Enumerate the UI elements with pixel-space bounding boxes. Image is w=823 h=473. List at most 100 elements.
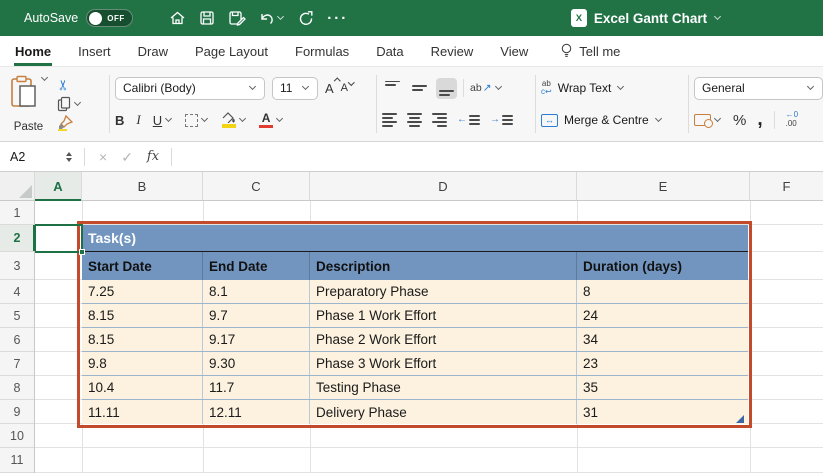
table-resize-handle[interactable] <box>736 415 744 423</box>
cell-d4[interactable]: Preparatory Phase <box>310 280 577 303</box>
increase-indent-button[interactable]: → <box>490 115 513 125</box>
name-box-spinner[interactable] <box>66 152 72 162</box>
tab-draw[interactable]: Draw <box>137 36 169 66</box>
cell-d6[interactable]: Phase 2 Work Effort <box>310 328 577 351</box>
formula-input[interactable] <box>172 142 823 171</box>
undo-button[interactable] <box>259 11 285 26</box>
undo-menu-chevron-icon[interactable] <box>277 14 285 22</box>
home-button[interactable] <box>169 10 186 26</box>
align-left-button[interactable] <box>382 113 397 127</box>
wrap-text-button[interactable]: Wrap Text <box>558 81 612 95</box>
tab-insert[interactable]: Insert <box>77 36 112 66</box>
cell-c6[interactable]: 9.17 <box>203 328 310 351</box>
row-header-1[interactable]: 1 <box>0 201 34 225</box>
fill-color-button[interactable] <box>221 112 247 128</box>
cell-e7[interactable]: 23 <box>577 352 748 375</box>
copy-button[interactable] <box>57 95 82 113</box>
cell-e9[interactable]: 31 <box>577 400 748 424</box>
align-center-button[interactable] <box>407 113 422 127</box>
wrap-text-chevron-icon[interactable] <box>617 84 625 92</box>
sheet-grid[interactable]: Task(s) Start Date End Date Description … <box>0 172 823 473</box>
cell-b8[interactable]: 10.4 <box>82 376 203 399</box>
tab-data[interactable]: Data <box>375 36 404 66</box>
row-header-7[interactable]: 7 <box>0 352 34 376</box>
cell-d7[interactable]: Phase 3 Work Effort <box>310 352 577 375</box>
row-header-2[interactable]: 2 <box>0 225 34 252</box>
cell-e6[interactable]: 34 <box>577 328 748 351</box>
percent-style-button[interactable]: % <box>733 112 746 129</box>
tab-page-layout[interactable]: Page Layout <box>194 36 269 66</box>
column-header-d[interactable]: D <box>310 172 577 200</box>
cell-b6[interactable]: 8.15 <box>82 328 203 351</box>
cell-e8[interactable]: 35 <box>577 376 748 399</box>
row-header-5[interactable]: 5 <box>0 304 34 328</box>
cut-button[interactable]: ✂ <box>57 76 82 94</box>
paste-menu-chevron-icon[interactable] <box>41 75 49 83</box>
format-painter-button[interactable] <box>57 114 82 132</box>
tab-view[interactable]: View <box>499 36 529 66</box>
row-header-3[interactable]: 3 <box>0 252 34 280</box>
column-header-c[interactable]: C <box>203 172 310 200</box>
tab-formulas[interactable]: Formulas <box>294 36 350 66</box>
font-name-select[interactable]: Calibri (Body) <box>115 77 265 100</box>
cell-b4[interactable]: 7.25 <box>82 280 203 303</box>
save-button[interactable] <box>199 10 215 26</box>
cell-b9[interactable]: 11.11 <box>82 400 203 424</box>
cell-b7[interactable]: 9.8 <box>82 352 203 375</box>
column-header-e[interactable]: E <box>577 172 750 200</box>
paste-button[interactable]: Paste <box>8 73 49 135</box>
row-header-9[interactable]: 9 <box>0 400 34 424</box>
cell-c5[interactable]: 9.7 <box>203 304 310 327</box>
align-top-button[interactable] <box>382 78 403 99</box>
cell-d5[interactable]: Phase 1 Work Effort <box>310 304 577 327</box>
column-header-f[interactable]: F <box>750 172 823 200</box>
autosave-toggle[interactable]: OFF <box>86 9 133 27</box>
header-end-date[interactable]: End Date <box>203 252 310 280</box>
copy-menu-chevron-icon[interactable] <box>74 100 82 108</box>
comma-style-button[interactable]: , <box>757 114 762 125</box>
orientation-button[interactable]: ab↗ <box>470 82 503 94</box>
cancel-button[interactable]: × <box>99 150 107 164</box>
select-all-corner[interactable] <box>0 172 35 200</box>
row-header-4[interactable]: 4 <box>0 280 34 304</box>
document-title-menu[interactable]: X Excel Gantt Chart <box>571 9 722 27</box>
header-description[interactable]: Description <box>310 252 577 280</box>
tell-me-button[interactable]: Tell me <box>560 36 620 66</box>
italic-button[interactable]: I <box>136 112 140 128</box>
header-duration[interactable]: Duration (days) <box>577 252 748 280</box>
increase-font-size-button[interactable]: A <box>325 81 334 96</box>
merge-centre-button[interactable]: Merge & Centre <box>564 113 649 127</box>
merge-centre-chevron-icon[interactable] <box>655 116 663 124</box>
decrease-font-size-button[interactable]: A <box>341 82 348 94</box>
tab-home[interactable]: Home <box>14 36 52 66</box>
table-title-cell[interactable]: Task(s) <box>82 225 748 252</box>
cell-c9[interactable]: 12.11 <box>203 400 310 424</box>
column-header-a[interactable]: A <box>35 172 82 200</box>
enter-button[interactable]: ✓ <box>121 150 133 164</box>
underline-button[interactable]: U <box>153 113 173 128</box>
borders-button[interactable] <box>185 114 209 127</box>
cell-d8[interactable]: Testing Phase <box>310 376 577 399</box>
row-header-10[interactable]: 10 <box>0 424 34 448</box>
save-as-button[interactable] <box>228 10 246 26</box>
cell-c7[interactable]: 9.30 <box>203 352 310 375</box>
redo-button[interactable] <box>298 11 314 26</box>
tab-review[interactable]: Review <box>430 36 475 66</box>
insert-function-button[interactable]: fx <box>147 150 159 163</box>
decrease-indent-button[interactable]: ← <box>457 115 480 125</box>
cell-e5[interactable]: 24 <box>577 304 748 327</box>
cell-c4[interactable]: 8.1 <box>203 280 310 303</box>
column-header-b[interactable]: B <box>82 172 203 200</box>
row-header-6[interactable]: 6 <box>0 328 34 352</box>
align-middle-button[interactable] <box>409 78 430 99</box>
bold-button[interactable]: B <box>115 113 124 128</box>
fill-handle[interactable] <box>79 249 85 255</box>
row-header-8[interactable]: 8 <box>0 376 34 400</box>
cell-e4[interactable]: 8 <box>577 280 748 303</box>
row-header-11[interactable]: 11 <box>0 448 34 473</box>
cell-b5[interactable]: 8.15 <box>82 304 203 327</box>
align-right-button[interactable] <box>432 113 447 127</box>
accounting-format-button[interactable] <box>694 114 722 126</box>
align-bottom-button[interactable] <box>436 78 457 99</box>
cell-c8[interactable]: 11.7 <box>203 376 310 399</box>
